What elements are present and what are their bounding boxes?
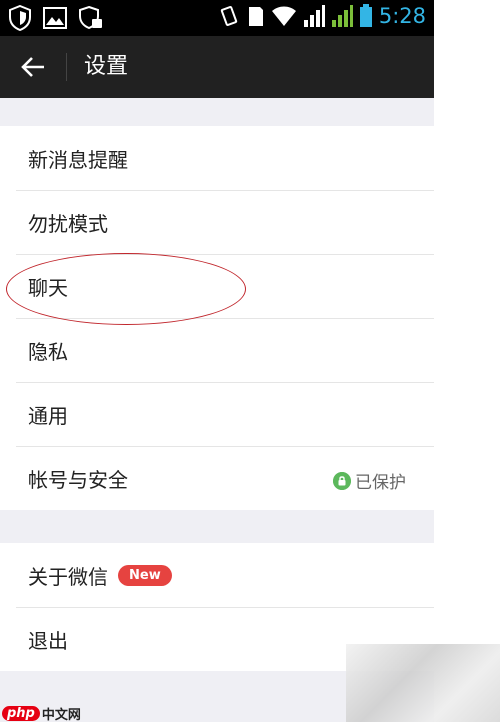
watermark-text: 中文网 xyxy=(41,708,81,723)
wifi-icon xyxy=(271,6,296,26)
settings-item-label: 帐号与安全 xyxy=(28,467,128,492)
new-badge: New xyxy=(118,564,172,586)
protected-status: 已保护 xyxy=(333,468,406,493)
settings-item-account-security[interactable]: 帐号与安全 已保护 xyxy=(0,446,434,510)
settings-item-do-not-disturb[interactable]: 勿扰模式 xyxy=(0,190,434,254)
shield-icon xyxy=(9,5,31,31)
app-bar-divider xyxy=(66,53,67,81)
sdcard-icon xyxy=(248,7,263,26)
signal-icon xyxy=(303,5,325,27)
status-bar: 5:28 xyxy=(0,0,434,36)
vibrate-icon xyxy=(220,6,237,26)
watermark-logo: php xyxy=(2,706,40,721)
settings-item-privacy[interactable]: 隐私 xyxy=(0,318,434,382)
status-time: 5:28 xyxy=(378,4,426,28)
settings-item-label: 聊天 xyxy=(28,275,68,300)
settings-item-label: 通用 xyxy=(28,403,68,428)
settings-screen: 5:28 设置 新消息提醒 勿扰模式 聊天 隐私 通用 帐号与安全 已保护 关于… xyxy=(0,0,434,722)
settings-item-general[interactable]: 通用 xyxy=(0,382,434,446)
blurred-area xyxy=(346,644,500,722)
lock-icon xyxy=(333,471,351,490)
settings-item-label: 新消息提醒 xyxy=(28,147,128,172)
image-icon xyxy=(43,7,67,29)
page-title: 设置 xyxy=(84,54,129,79)
settings-item-about-wechat[interactable]: 关于微信 New xyxy=(0,543,434,607)
settings-item-label: 关于微信 xyxy=(28,564,108,589)
watermark: php 中文网 xyxy=(2,704,81,723)
settings-group-main: 新消息提醒 勿扰模式 聊天 隐私 通用 帐号与安全 已保护 xyxy=(0,126,434,510)
settings-item-chat[interactable]: 聊天 xyxy=(0,254,434,318)
security-icon xyxy=(79,5,102,30)
settings-item-label: 勿扰模式 xyxy=(28,211,108,236)
protected-label: 已保护 xyxy=(355,473,406,493)
app-bar: 设置 xyxy=(0,36,434,98)
signal-icon xyxy=(331,5,353,27)
battery-icon xyxy=(359,4,372,27)
settings-item-new-message-notify[interactable]: 新消息提醒 xyxy=(0,126,434,190)
settings-item-label: 退出 xyxy=(28,628,68,653)
back-arrow-icon[interactable] xyxy=(20,54,46,80)
settings-item-label: 隐私 xyxy=(28,339,68,364)
